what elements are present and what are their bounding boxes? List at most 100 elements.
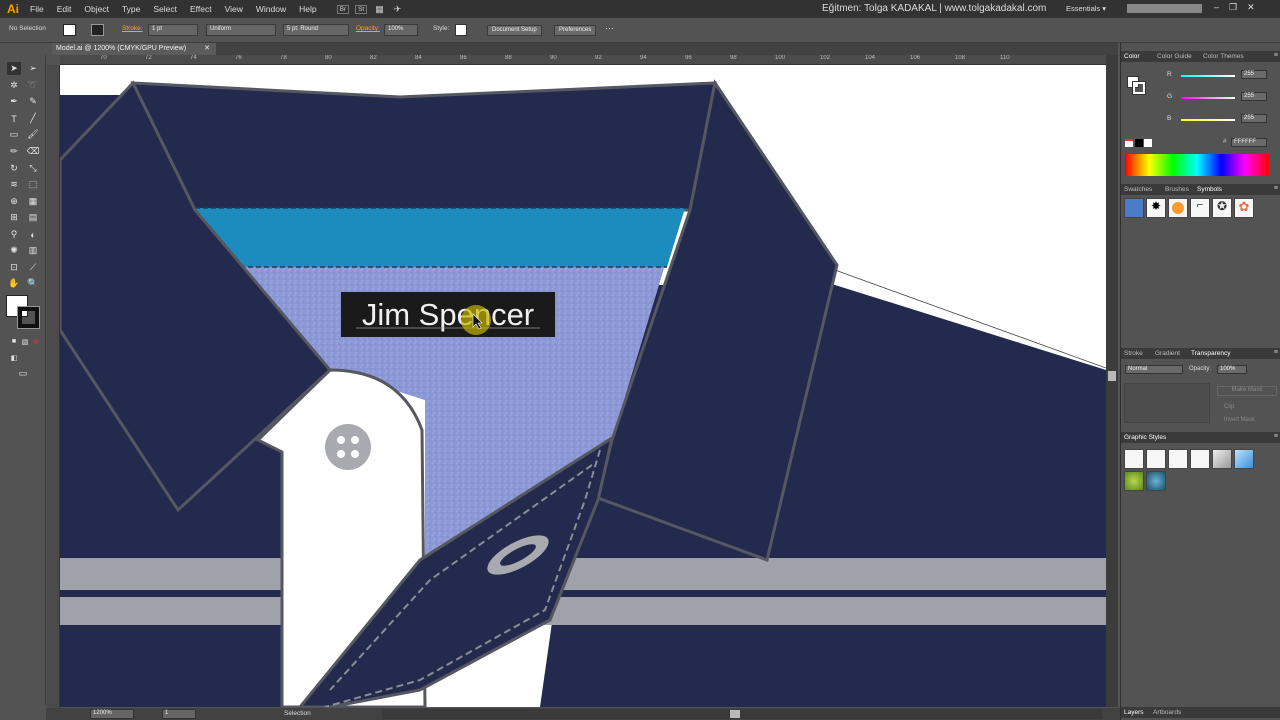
graphic-style-teal[interactable] <box>1146 471 1166 491</box>
pen-tool-icon[interactable]: ✒ <box>7 95 21 108</box>
symbol-gear-icon[interactable]: ✪ <box>1212 198 1232 218</box>
brush-definition-select[interactable]: 5 pt. Round <box>283 24 349 36</box>
panel-menu-icon[interactable]: ≡ <box>1274 349 1278 356</box>
horizontal-scrollbar-thumb[interactable] <box>730 710 740 718</box>
workspace-switcher[interactable]: Essentials ▾ <box>1066 4 1106 13</box>
eraser-tool-icon[interactable]: ⌫ <box>26 145 40 158</box>
width-tool-icon[interactable]: ≋ <box>7 178 21 191</box>
paintbrush-tool-icon[interactable]: 🖌 <box>26 128 40 141</box>
clip-checkbox[interactable]: Clip <box>1224 404 1234 410</box>
shirt-artwork[interactable]: Jim Spencer <box>60 65 1106 707</box>
arrange-icon[interactable]: ⋯ <box>605 23 614 34</box>
tab-symbols[interactable]: Symbols <box>1197 186 1222 193</box>
screen-mode-icon[interactable]: ▭ <box>16 367 30 380</box>
free-transform-tool-icon[interactable]: ⬚ <box>26 178 40 191</box>
graphic-style-default[interactable] <box>1124 449 1144 469</box>
menu-window[interactable]: Window <box>256 4 286 14</box>
menu-file[interactable]: File <box>30 4 44 14</box>
stroke-profile-select[interactable]: Uniform <box>206 24 276 36</box>
rectangle-tool-icon[interactable]: ▭ <box>7 128 21 141</box>
stroke-swatch[interactable] <box>91 24 104 36</box>
panel-menu-icon[interactable]: ≡ <box>1274 52 1278 59</box>
bridge-button[interactable]: Br <box>336 4 350 14</box>
name-tag-text[interactable]: Jim Spencer <box>362 297 534 332</box>
type-tool-icon[interactable]: T <box>7 112 21 125</box>
make-mask-button[interactable]: Make Mask <box>1217 386 1277 396</box>
value-r[interactable]: 255 <box>1241 70 1267 79</box>
slider-g[interactable] <box>1181 97 1235 99</box>
tab-gradient[interactable]: Gradient <box>1155 350 1180 357</box>
fill-swatch[interactable] <box>63 24 76 36</box>
graphic-style-green[interactable] <box>1124 471 1144 491</box>
none-swatch-icon[interactable] <box>1125 139 1133 147</box>
value-b[interactable]: 255 <box>1241 114 1267 123</box>
tab-swatches[interactable]: Swatches <box>1124 186 1152 193</box>
curvature-tool-icon[interactable]: ✎ <box>26 95 40 108</box>
gradient-tool-icon[interactable]: ▤ <box>26 211 40 224</box>
value-g[interactable]: 255 <box>1241 92 1267 101</box>
symbol-banner[interactable] <box>1124 198 1144 218</box>
minimize-button[interactable]: – <box>1214 2 1219 13</box>
invert-mask-checkbox[interactable]: Invert Mask <box>1224 417 1255 423</box>
menu-view[interactable]: View <box>225 4 243 14</box>
color-spectrum[interactable] <box>1125 154 1269 176</box>
graphic-style-shadow[interactable] <box>1212 449 1232 469</box>
lasso-tool-icon[interactable]: ➰ <box>26 79 40 92</box>
stroke-color-box[interactable] <box>17 306 40 329</box>
symbol-splat-icon[interactable]: ✸ <box>1146 198 1166 218</box>
white-swatch[interactable] <box>1144 139 1152 147</box>
blend-tool-icon[interactable]: ◐ <box>26 228 40 241</box>
stroke-weight-field[interactable]: 1 pt <box>148 24 198 36</box>
slice-tool-icon[interactable]: ⟋ <box>26 261 40 274</box>
slider-b[interactable] <box>1181 119 1235 121</box>
menu-select[interactable]: Select <box>153 4 177 14</box>
eyedropper-tool-icon[interactable]: ⚲ <box>7 228 21 241</box>
style-swatch[interactable] <box>455 24 467 36</box>
hand-tool-icon[interactable]: ✋ <box>7 277 21 290</box>
tab-artboards[interactable]: Artboards <box>1153 709 1181 716</box>
shape-builder-tool-icon[interactable]: ⊕ <box>7 195 21 208</box>
graphic-style-none[interactable] <box>1146 449 1166 469</box>
close-tab-icon[interactable]: ✕ <box>204 44 210 52</box>
stroke-label[interactable]: Stroke: <box>122 25 143 32</box>
opacity-label[interactable]: Opacity: <box>356 25 380 32</box>
tab-color-guide[interactable]: Color Guide <box>1157 53 1192 60</box>
symbol-corner-icon[interactable]: ⌐ <box>1190 198 1210 218</box>
mesh-tool-icon[interactable]: ⊞ <box>7 211 21 224</box>
graphic-style-blue-glow[interactable] <box>1234 449 1254 469</box>
vertical-scrollbar[interactable] <box>1106 55 1118 707</box>
arrange-documents-icon[interactable]: ▦ <box>373 4 386 15</box>
color-stroke-box[interactable] <box>1132 81 1146 95</box>
tab-stroke[interactable]: Stroke <box>1124 350 1143 357</box>
document-setup-button[interactable]: Document Setup <box>487 25 542 36</box>
artboard-navigation[interactable]: 1 <box>162 709 196 719</box>
tab-color-themes[interactable]: Color Themes <box>1203 53 1244 60</box>
help-search-input[interactable] <box>1126 3 1203 14</box>
rotate-tool-icon[interactable]: ↻ <box>7 162 21 175</box>
graphic-style-white[interactable] <box>1168 449 1188 469</box>
menu-object[interactable]: Object <box>84 4 109 14</box>
symbol-orange-circle[interactable] <box>1168 198 1188 218</box>
menu-effect[interactable]: Effect <box>190 4 212 14</box>
preferences-button[interactable]: Preferences <box>554 25 597 36</box>
hex-value[interactable]: FFFFFF <box>1231 138 1267 147</box>
menu-edit[interactable]: Edit <box>57 4 72 14</box>
perspective-grid-tool-icon[interactable]: ▦ <box>26 195 40 208</box>
tab-brushes[interactable]: Brushes <box>1165 186 1189 193</box>
tab-transparency[interactable]: Transparency <box>1191 350 1231 357</box>
tab-color[interactable]: Color <box>1124 53 1140 60</box>
tab-graphic-styles[interactable]: Graphic Styles <box>1124 434 1166 441</box>
menu-help[interactable]: Help <box>299 4 316 14</box>
black-swatch[interactable] <box>1135 139 1143 147</box>
line-tool-icon[interactable]: ╱ <box>26 112 40 125</box>
slider-r[interactable] <box>1181 75 1235 77</box>
blend-mode-select[interactable]: Normal <box>1125 365 1183 374</box>
selection-tool-icon[interactable]: ➤ <box>7 62 21 75</box>
pencil-tool-icon[interactable]: ✏ <box>7 145 21 158</box>
close-window-button[interactable]: ✕ <box>1247 2 1255 13</box>
artboard-canvas[interactable]: Jim Spencer <box>60 65 1106 707</box>
magic-wand-icon[interactable]: ✲ <box>7 79 21 92</box>
opacity-field[interactable]: 100% <box>384 24 418 36</box>
panel-menu-icon[interactable]: ≡ <box>1274 433 1278 440</box>
drawing-mode-icon[interactable]: ◧ <box>7 351 21 364</box>
